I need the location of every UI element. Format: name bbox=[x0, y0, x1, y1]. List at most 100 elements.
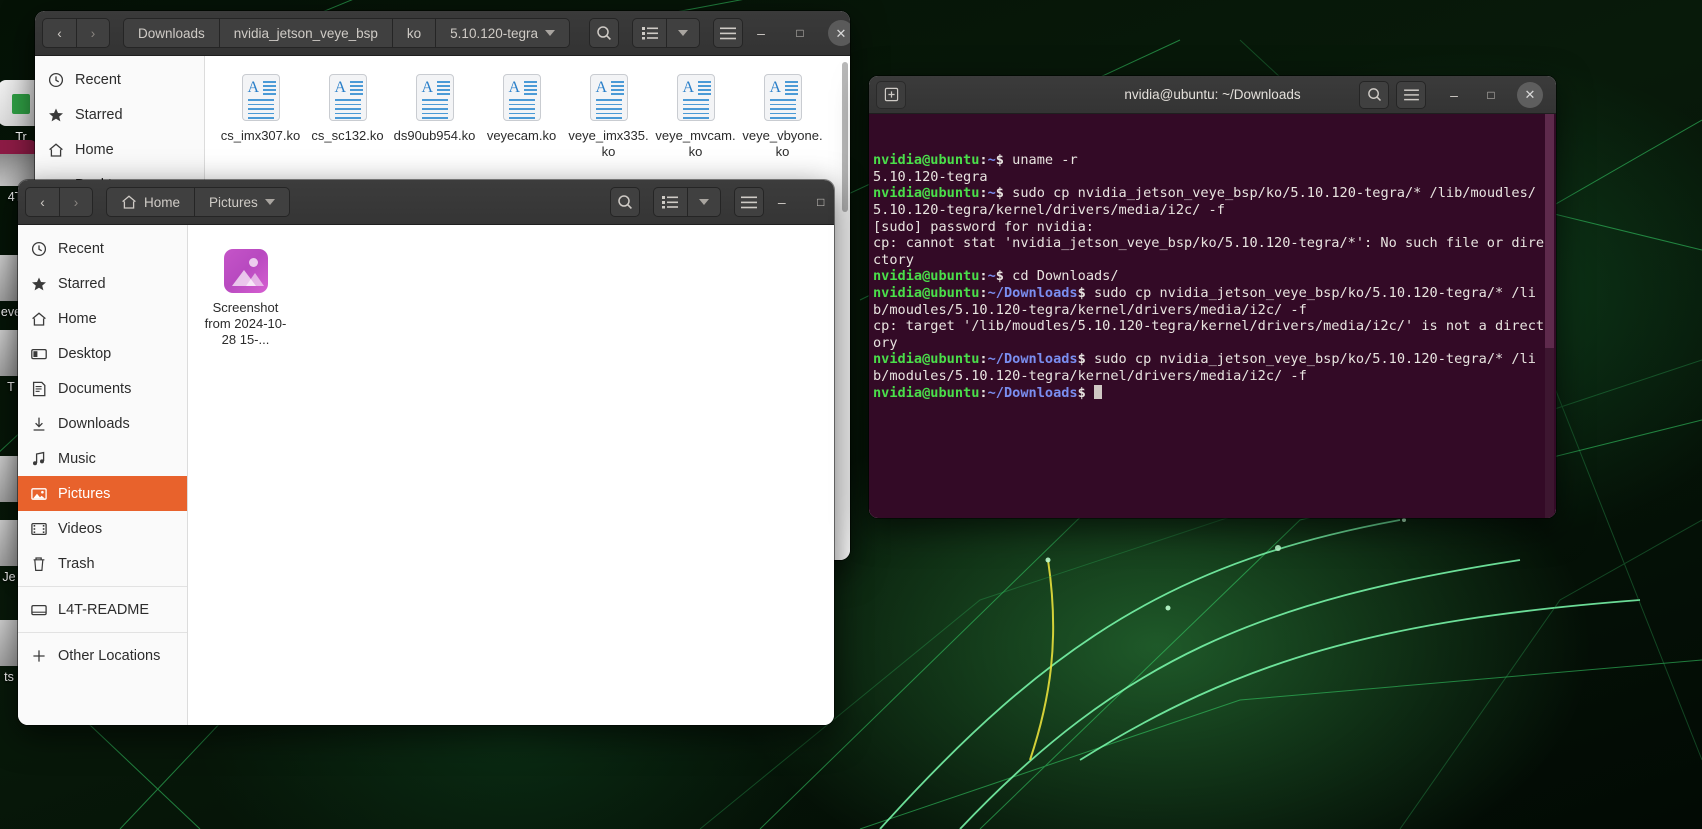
file-item[interactable]: A veye_imx335.ko bbox=[565, 68, 652, 166]
maximize-button-pictures[interactable]: □ bbox=[810, 191, 832, 213]
sidebar-item-desktop[interactable]: Desktop bbox=[18, 336, 187, 371]
sidebar-item-l4t-readme[interactable]: L4T-README bbox=[18, 592, 187, 627]
sidebar-item-music[interactable]: Music bbox=[18, 441, 187, 476]
image-file-icon bbox=[223, 249, 268, 293]
sidebar-item-other-locations[interactable]: Other Locations bbox=[18, 638, 187, 673]
close-button-ko[interactable]: ✕ bbox=[828, 20, 850, 46]
trash-icon bbox=[30, 555, 47, 572]
search-icon bbox=[1367, 88, 1381, 102]
sidebar-item-pictures[interactable]: Pictures bbox=[18, 476, 187, 511]
sidebar-item-trash[interactable]: Trash bbox=[18, 546, 187, 581]
file-item[interactable]: A veye_mvcam.ko bbox=[652, 68, 739, 166]
view-controls-pictures[interactable] bbox=[652, 187, 721, 217]
sidebar-item-starred[interactable]: Starred bbox=[35, 97, 204, 132]
search-button-pictures[interactable] bbox=[609, 187, 640, 217]
minimize-button-pictures[interactable]: – bbox=[771, 191, 793, 213]
maximize-button-ko[interactable]: □ bbox=[789, 22, 811, 44]
file-item[interactable]: Screenshot from 2024-10-28 15-... bbox=[202, 243, 289, 354]
chevron-down-icon bbox=[264, 199, 275, 205]
path-button-nvidia-jetson-veye-bsp[interactable]: nvidia_jetson_veye_bsp bbox=[218, 18, 392, 48]
download-icon bbox=[30, 415, 47, 432]
sidebar-item-recent[interactable]: Recent bbox=[18, 231, 187, 266]
pathbar-pictures[interactable]: Home Pictures bbox=[106, 187, 290, 217]
back-button[interactable]: ‹ bbox=[42, 18, 76, 48]
terminal-prompt-dollar: $ bbox=[995, 152, 1013, 169]
sidebar-item-starred[interactable]: Starred bbox=[18, 266, 187, 301]
path-button-downloads[interactable]: Downloads bbox=[123, 18, 219, 48]
window-controls-pictures[interactable]: – □ ✕ bbox=[771, 189, 834, 215]
sidebar-item-label: Downloads bbox=[58, 415, 130, 432]
file-item-label: ds90ub954.ko bbox=[393, 128, 476, 143]
view-dropdown-button[interactable] bbox=[686, 187, 721, 217]
nav-buttons-ko[interactable]: ‹ › bbox=[42, 18, 110, 48]
home-icon bbox=[122, 195, 136, 209]
sidebar-item-downloads[interactable]: Downloads bbox=[18, 406, 187, 441]
file-item[interactable]: A cs_sc132.ko bbox=[304, 68, 391, 166]
sidebar-item-recent[interactable]: Recent bbox=[35, 62, 204, 97]
video-icon bbox=[30, 520, 47, 537]
file-item[interactable]: A cs_imx307.ko bbox=[217, 68, 304, 166]
terminal-prompt-line: nvidia@ubuntu:~/Downloads$ sudo cp nvidi… bbox=[873, 285, 1548, 318]
headerbar-ko: ‹ › Downloads nvidia_jetson_veye_bsp ko … bbox=[35, 11, 850, 56]
nav-buttons-pictures[interactable]: ‹ › bbox=[25, 187, 93, 217]
terminal-menu-button[interactable] bbox=[1396, 80, 1426, 109]
path-button-tegra[interactable]: 5.10.120-tegra bbox=[435, 18, 570, 48]
sidebar-item-label: Desktop bbox=[58, 345, 112, 362]
sidebar-item-videos[interactable]: Videos bbox=[18, 511, 187, 546]
menu-button-ko[interactable] bbox=[713, 18, 743, 48]
terminal-search-button[interactable] bbox=[1359, 80, 1389, 109]
path-button-tegra-label: 5.10.120-tegra bbox=[450, 25, 538, 41]
file-grid-area-pictures[interactable]: Screenshot from 2024-10-28 15-... bbox=[188, 225, 834, 725]
sidebar-item-documents[interactable]: Documents bbox=[18, 371, 187, 406]
forward-button[interactable]: › bbox=[76, 18, 110, 48]
sidebar-pictures[interactable]: Recent Starred Home Desktop Documents Do… bbox=[18, 225, 188, 725]
file-item[interactable]: A veyecam.ko bbox=[478, 68, 565, 166]
terminal-window-controls[interactable]: – □ ✕ bbox=[1443, 81, 1549, 108]
file-item[interactable]: A veye_vbyone.ko bbox=[739, 68, 826, 166]
file-manager-window-pictures[interactable]: ‹ › Home Pictures – □ Recent Starred Hom… bbox=[18, 180, 834, 725]
maximize-button-terminal[interactable]: □ bbox=[1480, 84, 1502, 106]
sidebar-item-home[interactable]: Home bbox=[35, 132, 204, 167]
file-item-label: cs_sc132.ko bbox=[311, 128, 384, 143]
terminal-prompt-path: ~ bbox=[987, 268, 996, 285]
sidebar-item-label: Other Locations bbox=[58, 647, 161, 664]
minimize-button-terminal[interactable]: – bbox=[1443, 84, 1465, 106]
list-view-icon bbox=[662, 196, 679, 209]
forward-button[interactable]: › bbox=[59, 187, 93, 217]
terminal-window[interactable]: nvidia@ubuntu: ~/Downloads – □ ✕ nvidia@… bbox=[869, 76, 1556, 518]
sidebar-item-label: L4T-README bbox=[58, 601, 150, 618]
path-button-pictures[interactable]: Pictures bbox=[194, 187, 290, 217]
window-controls-ko[interactable]: – □ ✕ bbox=[750, 20, 850, 46]
sidebar-item-label: Home bbox=[75, 141, 114, 158]
list-view-button[interactable] bbox=[632, 18, 666, 48]
terminal-toolbar[interactable]: – □ ✕ bbox=[1359, 80, 1549, 109]
path-button-pictures-label: Pictures bbox=[209, 194, 258, 210]
terminal-prompt-colon: : bbox=[979, 152, 988, 169]
pathbar-ko[interactable]: Downloads nvidia_jetson_veye_bsp ko 5.10… bbox=[123, 18, 570, 48]
back-button[interactable]: ‹ bbox=[25, 187, 59, 217]
path-button-ko[interactable]: ko bbox=[391, 18, 436, 48]
sidebar-divider bbox=[18, 632, 187, 633]
view-dropdown-button[interactable] bbox=[666, 18, 700, 48]
terminal-prompt-dollar: $ bbox=[995, 268, 1013, 285]
file-item[interactable]: A ds90ub954.ko bbox=[391, 68, 478, 166]
file-item-label: veye_imx335.ko bbox=[568, 128, 649, 159]
new-tab-button[interactable] bbox=[876, 80, 906, 109]
minimize-button-ko[interactable]: – bbox=[750, 22, 772, 44]
terminal-scrollbar[interactable] bbox=[1545, 114, 1554, 518]
vertical-scrollbar-ko[interactable] bbox=[842, 62, 848, 212]
menu-button-pictures[interactable] bbox=[733, 187, 764, 217]
terminal-prompt-line: nvidia@ubuntu:~$ uname -r bbox=[873, 152, 1548, 169]
view-controls-ko[interactable] bbox=[632, 18, 700, 48]
sidebar-item-home[interactable]: Home bbox=[18, 301, 187, 336]
close-button-terminal[interactable]: ✕ bbox=[1517, 81, 1543, 108]
chevron-down-icon bbox=[678, 30, 688, 36]
sidebar-item-label: Pictures bbox=[58, 485, 111, 502]
list-view-button[interactable] bbox=[652, 187, 687, 217]
chevron-down-icon bbox=[698, 199, 709, 205]
terminal-output[interactable]: nvidia@ubuntu:~$ uname -r 5.10.120-tegra n… bbox=[869, 114, 1556, 518]
clock-icon bbox=[47, 71, 64, 88]
search-button-ko[interactable] bbox=[589, 18, 619, 48]
terminal-prompt-line: nvidia@ubuntu:~$ sudo cp nvidia_jetson_v… bbox=[873, 185, 1548, 218]
path-button-home[interactable]: Home bbox=[106, 187, 195, 217]
